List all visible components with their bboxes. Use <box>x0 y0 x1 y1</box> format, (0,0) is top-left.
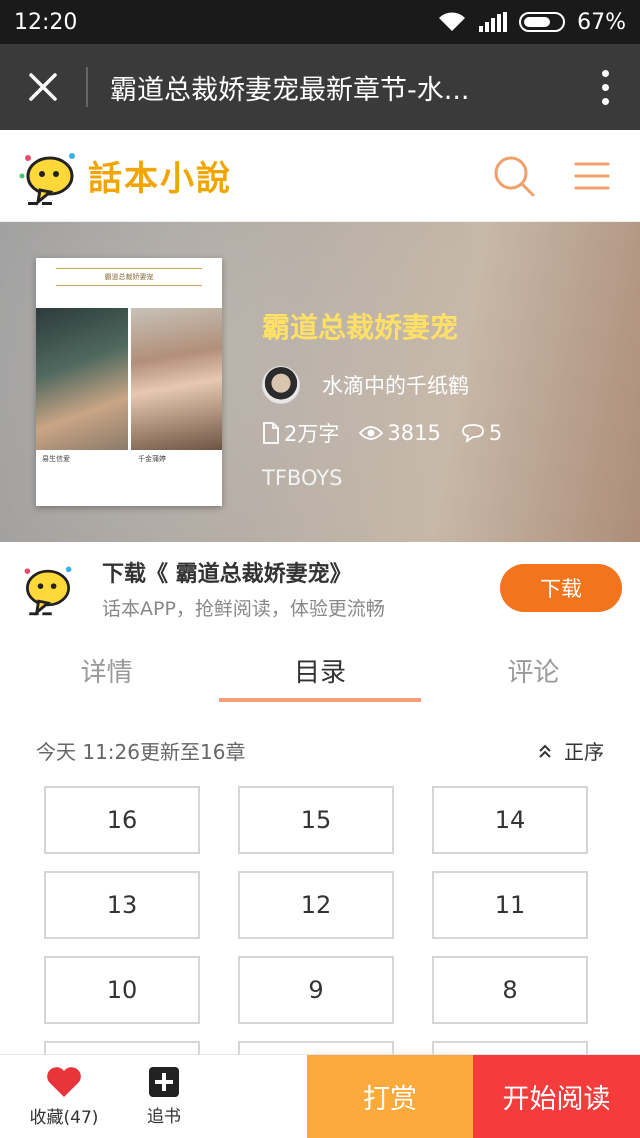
chapter-grid: 16 15 14 13 12 11 10 9 8 <box>44 786 590 1061</box>
wifi-icon <box>437 11 467 33</box>
sort-toggle[interactable]: 正序 <box>538 736 604 765</box>
page-title: 霸道总裁娇妻宠最新章节-水... <box>110 74 470 106</box>
book-tag[interactable]: TFBOYS <box>262 466 502 490</box>
chapter-item[interactable]: 13 <box>44 871 200 939</box>
view-count: 3815 <box>387 421 441 445</box>
follow-label: 追书 <box>147 1107 181 1127</box>
chapter-header: 今天 11:26更新至16章 正序 <box>36 736 604 765</box>
logo-mascot-icon <box>19 152 75 206</box>
more-menu-button[interactable] <box>570 69 640 105</box>
hamburger-menu-icon <box>574 162 610 189</box>
cover-label-right: 千金蒲婷 <box>138 455 166 463</box>
menu-button[interactable] <box>562 146 622 206</box>
comment-count: 5 <box>488 421 503 445</box>
app-header: 話本小說 <box>0 130 640 222</box>
tab-comments[interactable]: 评论 <box>427 634 640 706</box>
add-box-icon <box>149 1067 179 1097</box>
bottom-action-bar: 收藏(47) 追书 打赏 开始阅读 <box>0 1054 640 1138</box>
favorite-button[interactable]: 收藏(47) <box>0 1055 128 1138</box>
search-icon <box>494 156 535 196</box>
search-button[interactable] <box>484 146 544 206</box>
eye-icon <box>359 426 384 440</box>
chapter-item[interactable]: 12 <box>238 871 394 939</box>
book-title: 霸道总裁娇妻宠 <box>262 311 459 344</box>
author-avatar[interactable] <box>262 366 300 404</box>
cover-photo-left <box>36 308 128 450</box>
app-logo[interactable]: 話本小說 <box>18 146 466 206</box>
battery-icon <box>519 12 566 32</box>
start-reading-button[interactable]: 开始阅读 <box>473 1055 640 1138</box>
status-time: 12:20 <box>14 9 78 35</box>
logo-text: 話本小說 <box>88 159 232 199</box>
sort-label: 正序 <box>564 740 604 764</box>
tab-details[interactable]: 详情 <box>0 634 213 706</box>
download-button[interactable]: 下载 <box>500 564 622 612</box>
cover-title: 霸道总裁娇妻宠 <box>56 268 202 286</box>
update-info: 今天 11:26更新至16章 <box>36 740 246 764</box>
author-name[interactable]: 水滴中的千纸鹤 <box>322 370 469 400</box>
content-tabs: 详情 目录 评论 <box>0 634 640 706</box>
author-row[interactable]: 水滴中的千纸鹤 <box>262 366 502 404</box>
follow-button[interactable]: 追书 <box>128 1055 200 1138</box>
signal-icon <box>479 12 508 32</box>
word-count: 2万字 <box>284 422 340 446</box>
book-info: 霸道总裁娇妻宠 水滴中的千纸鹤 2万字 3815 5 TFBOYS <box>262 306 502 490</box>
chapter-item[interactable]: 11 <box>432 871 588 939</box>
chapter-item[interactable]: 15 <box>238 786 394 854</box>
document-icon <box>263 422 279 444</box>
close-icon <box>29 73 57 101</box>
word-count-stat: 2万字 <box>262 418 339 448</box>
reward-button[interactable]: 打赏 <box>307 1055 473 1138</box>
chapter-item[interactable]: 16 <box>44 786 200 854</box>
book-stats: 2万字 3815 5 <box>262 418 502 448</box>
browser-toolbar: 霸道总裁娇妻宠最新章节-水... <box>0 44 640 130</box>
comments-stat: 5 <box>461 421 502 445</box>
close-button[interactable] <box>0 44 86 130</box>
chapter-item[interactable]: 9 <box>238 956 394 1024</box>
double-chevron-up-icon <box>539 744 551 758</box>
favorite-label: 收藏(47) <box>29 1108 99 1128</box>
status-bar: 12:20 67% <box>0 0 640 44</box>
app-download-banner: 下载《 霸道总裁娇妻宠》 话本APP，抢鲜阅读，体验更流畅 下载 <box>0 542 640 634</box>
chapter-item[interactable]: 10 <box>44 956 200 1024</box>
heart-icon <box>47 1067 81 1097</box>
app-mascot-icon <box>24 566 72 616</box>
book-hero: 霸道总裁娇妻宠 易生信爱 千金蒲婷 霸道总裁娇妻宠 水滴中的千纸鹤 2万字 38… <box>0 222 640 542</box>
cover-label-left: 易生信爱 <box>42 455 70 463</box>
status-icons: 67% <box>437 10 626 35</box>
views-stat: 3815 <box>359 421 441 445</box>
book-cover[interactable]: 霸道总裁娇妻宠 易生信爱 千金蒲婷 <box>36 258 222 506</box>
tab-contents[interactable]: 目录 <box>213 634 426 706</box>
cover-photo-right <box>131 308 222 450</box>
chapter-item[interactable]: 14 <box>432 786 588 854</box>
chapter-item[interactable]: 8 <box>432 956 588 1024</box>
battery-percent: 67% <box>577 9 626 35</box>
comment-icon <box>461 424 484 443</box>
